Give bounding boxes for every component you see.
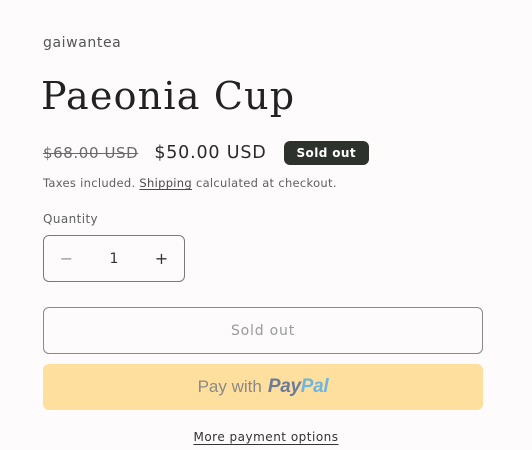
paypal-logo: PayPal	[268, 376, 329, 398]
vendor-name: gaiwantea	[43, 35, 122, 51]
tax-note-suffix: calculated at checkout.	[192, 176, 337, 190]
more-payment-options-container: More payment options	[0, 426, 532, 445]
quantity-input[interactable]	[92, 249, 136, 268]
quantity-stepper: − +	[43, 235, 185, 282]
quantity-label: Quantity	[43, 212, 99, 226]
paypal-logo-pay: Pay	[267, 376, 301, 397]
sale-price: $50.00 USD	[154, 143, 267, 163]
sold-out-button[interactable]: Sold out	[43, 307, 483, 354]
product-title: Paeonia Cup	[41, 74, 296, 118]
paypal-button-label: Pay with	[197, 377, 262, 396]
tax-note-prefix: Taxes included.	[43, 176, 140, 190]
compare-at-price: $68.00 USD	[43, 144, 139, 162]
paypal-logo-pal: Pal	[300, 376, 329, 397]
price-row: $68.00 USD $50.00 USD Sold out	[43, 141, 370, 165]
sold-out-badge: Sold out	[283, 141, 370, 165]
shipping-link[interactable]: Shipping	[139, 176, 192, 190]
paypal-button[interactable]: Pay with PayPal	[43, 364, 483, 410]
increase-quantity-button[interactable]: +	[139, 236, 184, 281]
more-payment-options-link[interactable]: More payment options	[193, 430, 338, 444]
decrease-quantity-button[interactable]: −	[44, 236, 89, 281]
tax-note: Taxes included. Shipping calculated at c…	[43, 176, 337, 190]
